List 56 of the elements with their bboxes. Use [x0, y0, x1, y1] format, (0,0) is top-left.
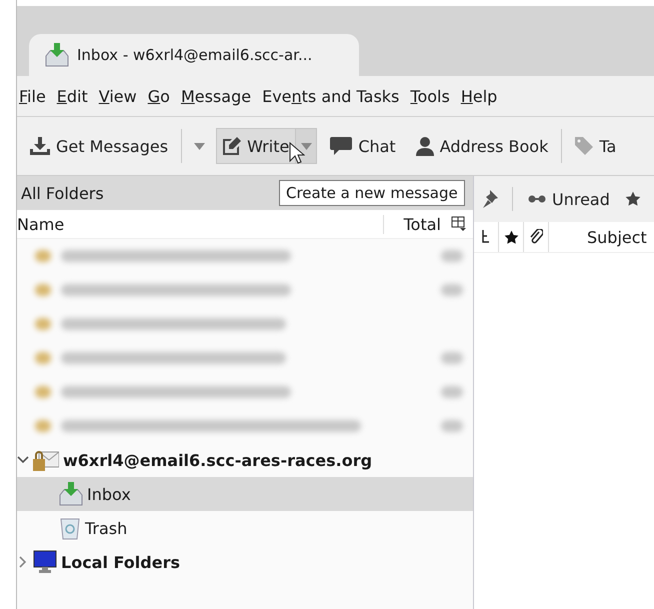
thread-icon[interactable] — [481, 230, 491, 244]
menu-item[interactable]: Help — [460, 86, 498, 106]
column-header[interactable]: Total — [404, 214, 441, 234]
inbox-tab[interactable]: Inbox - w6xrl4@email6.scc-ar... — [29, 34, 359, 76]
blurred-folder-icon — [35, 250, 51, 262]
menu-item[interactable]: Edit — [56, 86, 88, 106]
expanded-chevron-icon[interactable] — [17, 454, 29, 466]
blurred-folder-icon — [35, 352, 51, 364]
computer-monitor-icon — [33, 550, 57, 574]
dropdown-caret-icon — [194, 142, 205, 150]
blurred-folder-icon — [35, 284, 51, 296]
folder-row[interactable]: Trash — [17, 511, 473, 545]
menu-item[interactable]: Message — [180, 86, 252, 106]
tag-icon — [575, 137, 594, 155]
paperclip-icon[interactable] — [529, 229, 543, 245]
collapsed-chevron-icon[interactable] — [17, 556, 29, 568]
menu-item[interactable]: Tools — [410, 86, 450, 106]
pane-title: All Folders — [21, 184, 104, 202]
blurred-folder-icon — [35, 386, 51, 398]
column-picker-icon[interactable] — [451, 216, 467, 232]
inbox-tray-icon — [59, 482, 83, 506]
get-button[interactable]: Get Messages — [23, 128, 176, 164]
address-button[interactable]: Address Book — [408, 128, 556, 164]
write-button[interactable]: Write — [216, 128, 296, 164]
folder-name: Local Folders — [61, 552, 180, 572]
dropdown-caret-icon — [300, 142, 312, 150]
menu-item[interactable]: Go — [148, 86, 170, 106]
chat-bubble-icon — [330, 137, 352, 155]
menu-item[interactable]: Events and Tasks — [262, 86, 400, 106]
tab-title: Inbox - w6xrl4@email6.scc-ar... — [77, 46, 312, 64]
star-icon[interactable] — [504, 230, 518, 244]
person-icon — [416, 136, 434, 156]
glasses-icon — [528, 195, 546, 203]
download-icon — [30, 137, 50, 155]
envelope-lock-icon — [33, 449, 59, 471]
blurred-folder-icon — [35, 318, 51, 330]
column-header[interactable]: Name — [17, 214, 64, 234]
tag-button[interactable]: Ta — [568, 128, 624, 164]
folder-row[interactable]: Inbox — [17, 477, 473, 511]
blurred-folder-icon — [35, 420, 51, 432]
folder-name: w6xrl4@email6.scc-ares-races.org — [63, 450, 372, 470]
folder-name: Trash — [85, 518, 128, 538]
column-header[interactable]: Subject — [587, 228, 647, 246]
mouse-pointer-icon — [289, 142, 305, 166]
chat-button[interactable]: Chat — [323, 128, 403, 164]
pencil-icon — [223, 137, 242, 155]
dropdown-button[interactable] — [295, 128, 318, 164]
trash-can-icon — [59, 516, 81, 540]
star-icon[interactable] — [624, 191, 641, 207]
account-row[interactable]: w6xrl4@email6.scc-ares-races.org — [17, 443, 473, 477]
inbox-tray-icon — [45, 43, 69, 67]
folder-row[interactable]: Local Folders — [17, 545, 473, 579]
menu-item[interactable]: File — [19, 86, 46, 106]
tooltip: Create a new message — [279, 180, 465, 206]
menu-item[interactable]: View — [98, 86, 137, 106]
folder-name: Inbox — [87, 484, 131, 504]
